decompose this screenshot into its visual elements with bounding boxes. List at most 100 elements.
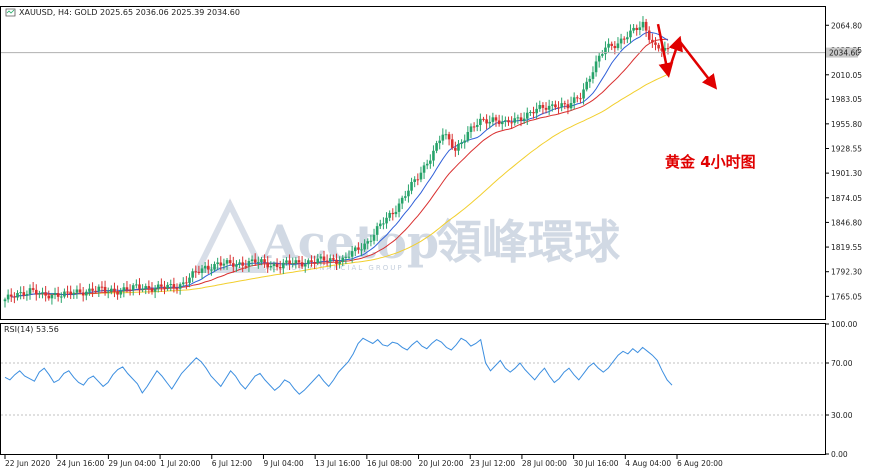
candle-body <box>550 104 554 106</box>
price-tick-label: 1901.30 <box>831 169 862 178</box>
candle-body <box>113 288 116 292</box>
candle-body <box>122 287 126 291</box>
candle-body <box>69 291 72 295</box>
candle-body <box>454 147 457 151</box>
candle-body <box>303 264 307 267</box>
rsi-title: RSI(14) 53.56 <box>4 325 59 334</box>
candle-body <box>504 120 507 122</box>
candle-body <box>131 285 135 291</box>
candle-body <box>263 259 266 263</box>
price-tick-label: 1874.05 <box>831 194 862 203</box>
candle-body <box>153 288 157 292</box>
candle-body <box>579 98 582 100</box>
candle-body <box>369 240 373 242</box>
candle-body <box>59 296 63 298</box>
candle-body <box>494 117 498 121</box>
time-tick-label: 20 Jul 20:00 <box>419 459 464 468</box>
candle-body <box>432 150 435 161</box>
candle-body <box>391 212 395 215</box>
candle-body <box>244 265 248 267</box>
candle-body <box>272 263 276 266</box>
candle-body <box>597 55 601 62</box>
candle-body <box>410 181 413 191</box>
candle-body <box>366 241 370 244</box>
time-tick-label: 6 Jul 12:00 <box>212 459 252 468</box>
candle-body <box>378 223 382 227</box>
candle-body <box>529 111 532 113</box>
candle-body <box>110 288 113 292</box>
candle-body <box>91 288 94 291</box>
candle-body <box>44 292 47 296</box>
candle-body <box>429 160 432 164</box>
candle-body <box>257 262 260 264</box>
candle-body <box>582 89 585 99</box>
candle-body <box>250 259 254 262</box>
candle-body <box>203 265 207 269</box>
candle-body <box>163 286 166 289</box>
candle-body <box>41 292 44 294</box>
candle-body <box>194 271 198 273</box>
candle-body <box>488 121 492 124</box>
candle-body <box>141 288 144 290</box>
candle-body <box>607 43 610 48</box>
candle-body <box>457 143 460 151</box>
candle-body <box>85 291 88 296</box>
candle-body <box>353 247 357 252</box>
candle-body <box>275 263 279 268</box>
candle-body <box>300 262 304 267</box>
candle-body <box>197 271 201 273</box>
candle-body <box>638 27 642 30</box>
candle-body <box>666 47 670 50</box>
candle-body <box>206 265 210 270</box>
candle-body <box>200 268 204 273</box>
candle-body <box>569 103 573 109</box>
time-tick-label: 13 Jul 16:00 <box>315 459 360 468</box>
symbol-title: XAUUSD, H4: GOLD 2025.65 2036.06 2025.39… <box>19 8 240 17</box>
candle-body <box>613 45 617 49</box>
candle-body <box>50 294 54 299</box>
candle-body <box>444 134 448 136</box>
candle-body <box>88 288 91 292</box>
time-tick-label: 9 Jul 04:00 <box>263 459 303 468</box>
candle-body <box>16 293 19 298</box>
candle-body <box>641 21 645 28</box>
candle-body <box>213 264 216 270</box>
candle-body <box>557 107 560 109</box>
candle-body <box>547 105 551 110</box>
candle-body <box>644 21 648 31</box>
candle-body <box>13 296 16 298</box>
time-tick-label: 22 Jun 2020 <box>5 459 50 468</box>
price-tick-label: 1846.80 <box>831 218 862 227</box>
candle-body <box>106 291 110 293</box>
candle-body <box>572 97 576 104</box>
candle-body <box>647 30 651 40</box>
candle-body <box>375 226 379 235</box>
candle-body <box>441 134 445 141</box>
candle-body <box>178 284 182 289</box>
candle-body <box>619 38 623 44</box>
candle-body <box>554 104 557 108</box>
candle-body <box>219 262 223 266</box>
candle-body <box>294 260 298 264</box>
candle-body <box>532 111 535 114</box>
candle-body <box>253 259 257 263</box>
rsi-tick-label: 100.00 <box>831 320 857 329</box>
candle-body <box>416 179 420 181</box>
price-tick-label: 1928.55 <box>831 144 862 153</box>
candle-body <box>513 118 517 123</box>
candle-body <box>247 261 251 267</box>
candle-body <box>482 118 485 120</box>
candle-body <box>497 120 501 125</box>
candle-body <box>485 119 488 124</box>
candle-body <box>629 30 632 38</box>
candle-body <box>116 291 119 295</box>
candle-body <box>404 196 407 198</box>
candle-body <box>535 108 538 114</box>
time-tick-label: 28 Jul 00:00 <box>522 459 567 468</box>
candle-body <box>28 288 32 295</box>
candle-body <box>81 292 85 296</box>
candle-body <box>278 267 282 269</box>
candle-body <box>538 105 542 109</box>
price-tick-label: 2010.05 <box>831 71 862 80</box>
candle-body <box>447 134 451 140</box>
